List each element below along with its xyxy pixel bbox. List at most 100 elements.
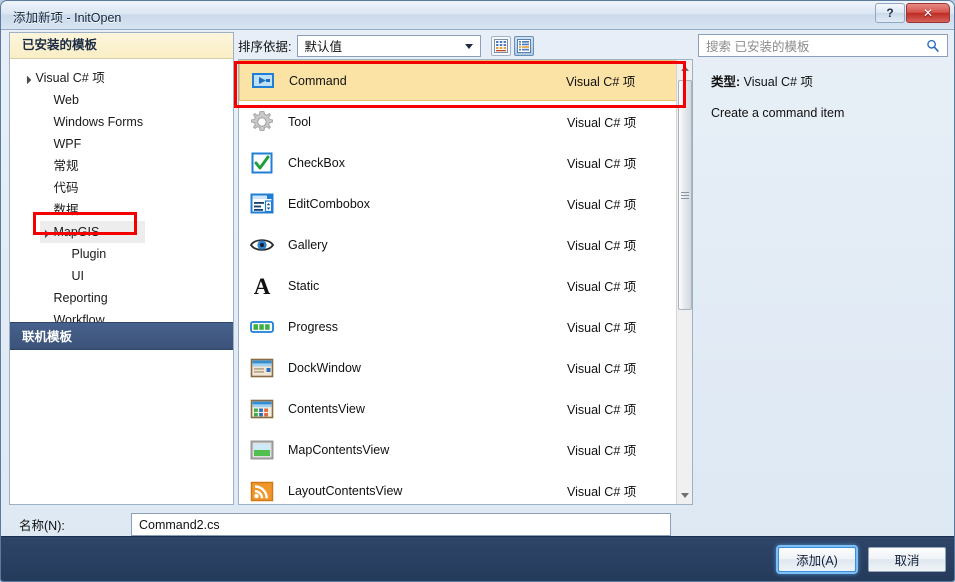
editcombobox-icon xyxy=(249,191,275,217)
tree-item-wpf[interactable]: WPF xyxy=(10,133,233,155)
template-item-kind: Visual C# 项 xyxy=(567,194,677,213)
template-item-name: Gallery xyxy=(288,238,567,252)
tree-item-label: Reporting xyxy=(53,287,107,309)
template-item-kind: Visual C# 项 xyxy=(567,317,677,336)
template-item-kind: Visual C# 项 xyxy=(567,153,677,172)
detail-type-row: 类型: Visual C# 项 xyxy=(711,71,948,90)
annotation-box-command xyxy=(234,61,686,108)
template-item-kind: Visual C# 项 xyxy=(567,440,677,459)
name-label: 名称(N): xyxy=(19,515,131,534)
installed-templates-header: 已安装的模板 xyxy=(10,33,233,59)
template-list-item[interactable]: ContentsViewVisual C# 项 xyxy=(239,388,677,429)
annotation-box-mapgis xyxy=(33,212,137,235)
close-button[interactable]: ✕ xyxy=(906,3,950,23)
mapcontentsview-icon xyxy=(249,437,275,463)
tree-item-label: 代码 xyxy=(53,177,78,199)
template-item-name: Progress xyxy=(288,320,567,334)
template-icon-wrap xyxy=(248,190,276,218)
sort-by-label: 排序依据: xyxy=(238,36,291,55)
template-details-panel: 类型: Visual C# 项 Create a command item xyxy=(698,59,948,505)
tree-item-label: UI xyxy=(71,265,84,287)
tree-item-web[interactable]: Web xyxy=(10,89,233,111)
template-item-name: ContentsView xyxy=(288,402,567,416)
add-button[interactable]: 添加(A) xyxy=(778,547,856,572)
scrollbar-thumb[interactable] xyxy=(678,80,692,310)
template-category-tree[interactable]: ◢ Visual C# 项 Web Windows Forms WPF 常规 代… xyxy=(10,59,233,331)
template-list-item[interactable]: DockWindowVisual C# 项 xyxy=(239,347,677,388)
template-icon-wrap xyxy=(248,354,276,382)
name-input[interactable]: Command2.cs xyxy=(131,513,671,536)
detail-type-label: 类型: xyxy=(711,75,740,89)
template-list-item[interactable]: LayoutContentsViewVisual C# 项 xyxy=(239,470,677,505)
tree-item-[interactable]: 代码 xyxy=(10,177,233,199)
letter-a-icon: A xyxy=(249,273,275,299)
template-list-item[interactable]: CheckBoxVisual C# 项 xyxy=(239,142,677,183)
template-item-kind: Visual C# 项 xyxy=(567,358,677,377)
small-icons-view-icon xyxy=(517,39,531,53)
search-input[interactable]: 搜索 已安装的模板 xyxy=(698,34,948,57)
template-icon-wrap xyxy=(248,436,276,464)
template-item-kind: Visual C# 项 xyxy=(567,481,677,500)
search-icon[interactable] xyxy=(926,39,940,53)
svg-text:A: A xyxy=(254,274,271,299)
search-placeholder: 搜索 已安装的模板 xyxy=(699,36,926,55)
template-icon-wrap xyxy=(248,477,276,505)
template-item-name: MapContentsView xyxy=(288,443,567,457)
dockwindow-icon xyxy=(249,355,275,381)
template-item-kind: Visual C# 项 xyxy=(567,112,677,131)
template-icon-wrap: A xyxy=(248,272,276,300)
window-buttons: ? ✕ xyxy=(875,3,950,23)
template-item-name: LayoutContentsView xyxy=(288,484,567,498)
template-icon-wrap xyxy=(248,395,276,423)
template-list-item[interactable]: MapContentsViewVisual C# 项 xyxy=(239,429,677,470)
dialog-title: 添加新项 - InitOpen xyxy=(13,7,121,26)
list-toolbar: 排序依据: 默认值 xyxy=(238,32,693,59)
template-item-name: Static xyxy=(288,279,567,293)
tree-item-label: 常规 xyxy=(53,155,78,177)
view-mode-buttons xyxy=(491,36,534,56)
rss-icon xyxy=(249,478,275,504)
template-icon-wrap xyxy=(248,231,276,259)
dialog-footer: 添加(A) 取消 xyxy=(1,536,955,581)
gear-icon xyxy=(249,109,275,135)
tree-item-label: Visual C# 项 xyxy=(35,67,104,89)
tree-item-plugin[interactable]: Plugin xyxy=(10,243,233,265)
template-item-kind: Visual C# 项 xyxy=(567,235,677,254)
detail-description: Create a command item xyxy=(711,106,948,120)
detail-type-value: Visual C# 项 xyxy=(744,75,813,89)
checkbox-icon xyxy=(249,150,275,176)
list-vertical-scrollbar[interactable] xyxy=(676,60,692,504)
online-templates-header[interactable]: 联机模板 xyxy=(10,322,233,350)
template-list-item[interactable]: GalleryVisual C# 项 xyxy=(239,224,677,265)
tree-item-label: Web xyxy=(53,89,78,111)
tree-item-label: Windows Forms xyxy=(53,111,143,133)
template-icon-wrap xyxy=(248,149,276,177)
tree-item-ui[interactable]: UI xyxy=(10,265,233,287)
template-icon-wrap xyxy=(248,313,276,341)
template-list-item[interactable]: EditComboboxVisual C# 项 xyxy=(239,183,677,224)
template-list-item[interactable]: A StaticVisual C# 项 xyxy=(239,265,677,306)
medium-icons-view-button[interactable] xyxy=(491,36,511,56)
name-input-value: Command2.cs xyxy=(132,518,220,532)
tree-item-label: WPF xyxy=(53,133,81,155)
template-item-kind: Visual C# 项 xyxy=(567,276,677,295)
sort-by-dropdown[interactable]: 默认值 xyxy=(297,35,481,57)
template-list-item[interactable]: ProgressVisual C# 项 xyxy=(239,306,677,347)
medium-icons-view-icon xyxy=(494,39,508,53)
tree-item-[interactable]: 常规 xyxy=(10,155,233,177)
tree-item-windows-forms[interactable]: Windows Forms xyxy=(10,111,233,133)
add-new-item-dialog: 添加新项 - InitOpen ? ✕ 已安装的模板 ◢ Visual C# 项… xyxy=(0,0,955,582)
template-item-kind: Visual C# 项 xyxy=(567,399,677,418)
cancel-button[interactable]: 取消 xyxy=(868,547,946,572)
title-bar: 添加新项 - InitOpen ? ✕ xyxy=(1,1,955,30)
tree-item-visual-c[interactable]: ◢ Visual C# 项 xyxy=(10,67,233,89)
help-button[interactable]: ? xyxy=(875,3,905,23)
template-list[interactable]: CommandVisual C# 项ToolVisual C# 项CheckBo… xyxy=(239,60,677,505)
small-icons-view-button[interactable] xyxy=(514,36,534,56)
scroll-down-button[interactable] xyxy=(677,487,693,504)
template-item-name: CheckBox xyxy=(288,156,567,170)
triangle-down-icon xyxy=(681,493,689,498)
eye-icon xyxy=(249,232,275,258)
tree-item-reporting[interactable]: Reporting xyxy=(10,287,233,309)
template-list-panel: CommandVisual C# 项ToolVisual C# 项CheckBo… xyxy=(238,59,693,505)
